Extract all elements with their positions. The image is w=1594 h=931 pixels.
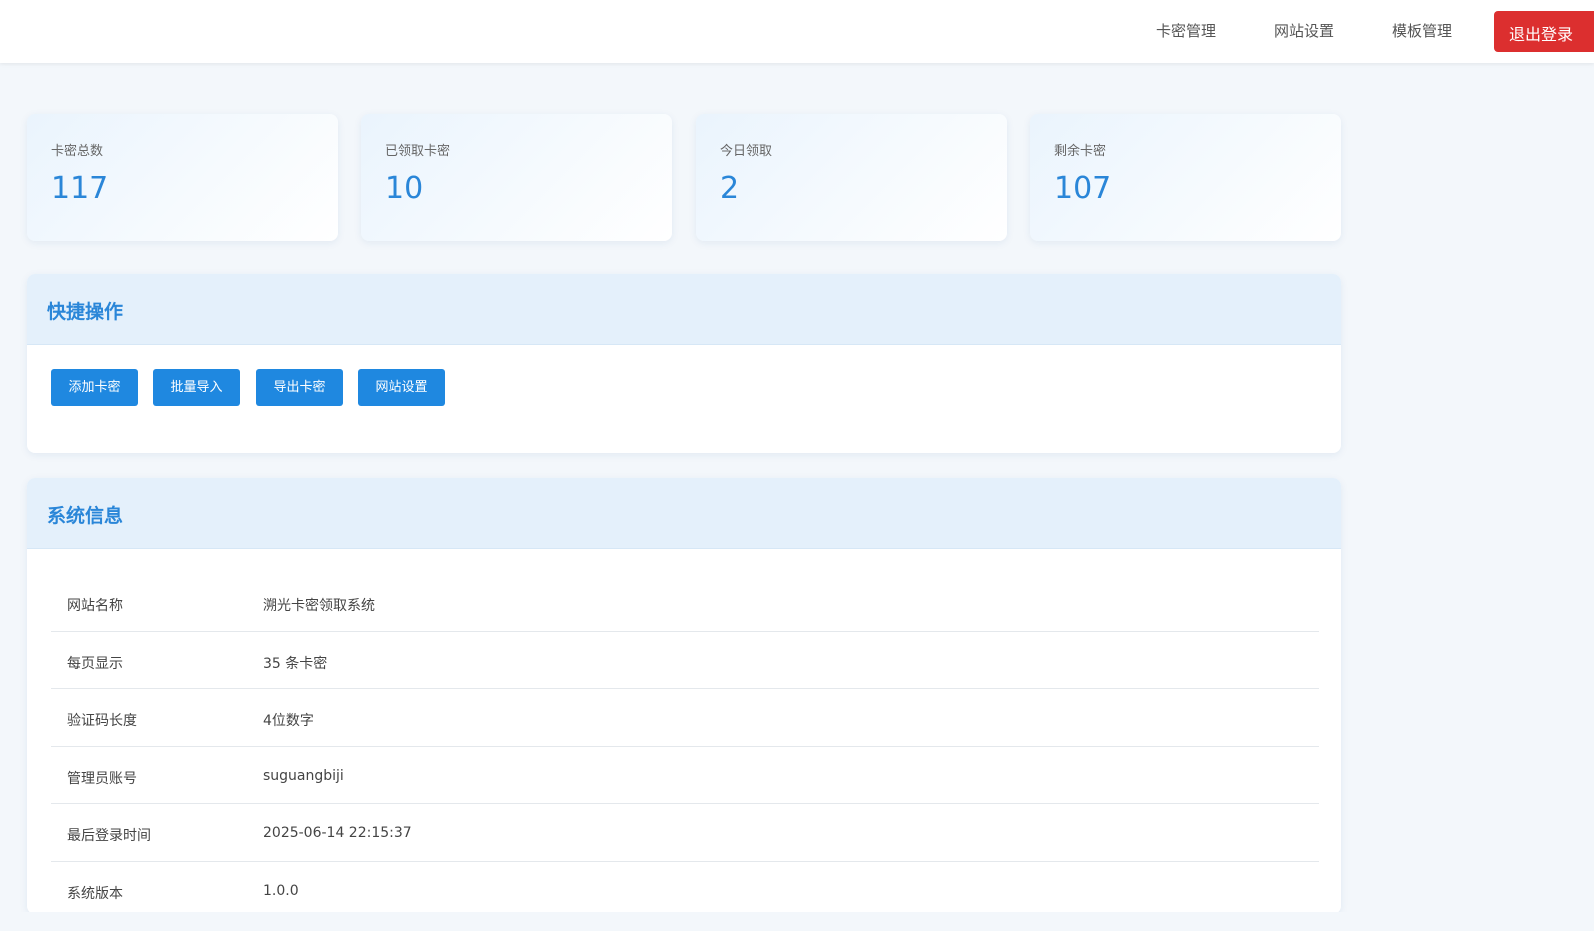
info-row-captcha-length: 验证码长度 4位数字 [51,689,1319,747]
info-key: 验证码长度 [67,713,137,730]
info-key: 最后登录时间 [67,828,151,845]
system-info-panel: 系统信息 网站名称 溯光卡密领取系统 每页显示 35 条卡密 验证码长度 4位数… [27,478,1341,914]
export-cards-button[interactable]: 导出卡密 [256,369,343,406]
info-row-per-page: 每页显示 35 条卡密 [51,632,1319,690]
stat-value: 2 [720,171,740,206]
info-value: 溯光卡密领取系统 [263,598,375,614]
site-settings-button[interactable]: 网站设置 [358,369,445,406]
info-key: 管理员账号 [67,770,137,787]
stat-label: 卡密总数 [51,144,104,159]
info-key: 系统版本 [67,885,123,902]
panel-title: 快捷操作 [47,301,124,323]
panel-header: 快捷操作 [27,274,1341,345]
stat-card-today: 今日领取 2 [696,114,1007,241]
quick-actions-panel: 快捷操作 添加卡密 批量导入 导出卡密 网站设置 [27,274,1341,453]
info-row-last-login: 最后登录时间 2025-06-14 22:15:37 [51,804,1319,862]
info-row-admin-account: 管理员账号 suguangbiji [51,747,1319,805]
panel-header: 系统信息 [27,478,1341,549]
info-value: 2025-06-14 22:15:37 [263,825,412,842]
info-key: 网站名称 [67,598,123,614]
nav-link-site-settings[interactable]: 网站设置 [1274,20,1334,41]
stat-label: 今日领取 [720,144,773,159]
stat-card-claimed: 已领取卡密 10 [361,114,672,241]
stat-value: 10 [385,171,424,206]
stat-label: 已领取卡密 [385,144,451,159]
system-info-table: 网站名称 溯光卡密领取系统 每页显示 35 条卡密 验证码长度 4位数字 管理员… [51,574,1319,914]
info-row-version: 系统版本 1.0.0 [51,862,1319,914]
stat-label: 剩余卡密 [1054,144,1107,159]
info-value: 35 条卡密 [263,655,328,672]
page-bottom-edge [0,912,1594,931]
panel-title: 系统信息 [47,505,124,527]
stat-value: 117 [51,171,109,206]
stat-card-total: 卡密总数 117 [27,114,338,241]
batch-import-button[interactable]: 批量导入 [153,369,240,406]
info-value: 4位数字 [263,713,314,730]
logout-button[interactable]: 退出登录 [1494,11,1594,52]
stat-card-remaining: 剩余卡密 107 [1030,114,1341,241]
info-value: suguangbiji [263,767,344,784]
nav-link-template-management[interactable]: 模板管理 [1392,20,1452,41]
stat-value: 107 [1054,171,1112,206]
top-nav-bar: 卡密管理 网站设置 模板管理 退出登录 [0,0,1594,63]
nav-link-card-management[interactable]: 卡密管理 [1156,20,1216,41]
info-value: 1.0.0 [263,882,299,899]
add-card-button[interactable]: 添加卡密 [51,369,138,406]
info-key: 每页显示 [67,655,123,672]
info-row-site-name: 网站名称 溯光卡密领取系统 [51,574,1319,632]
